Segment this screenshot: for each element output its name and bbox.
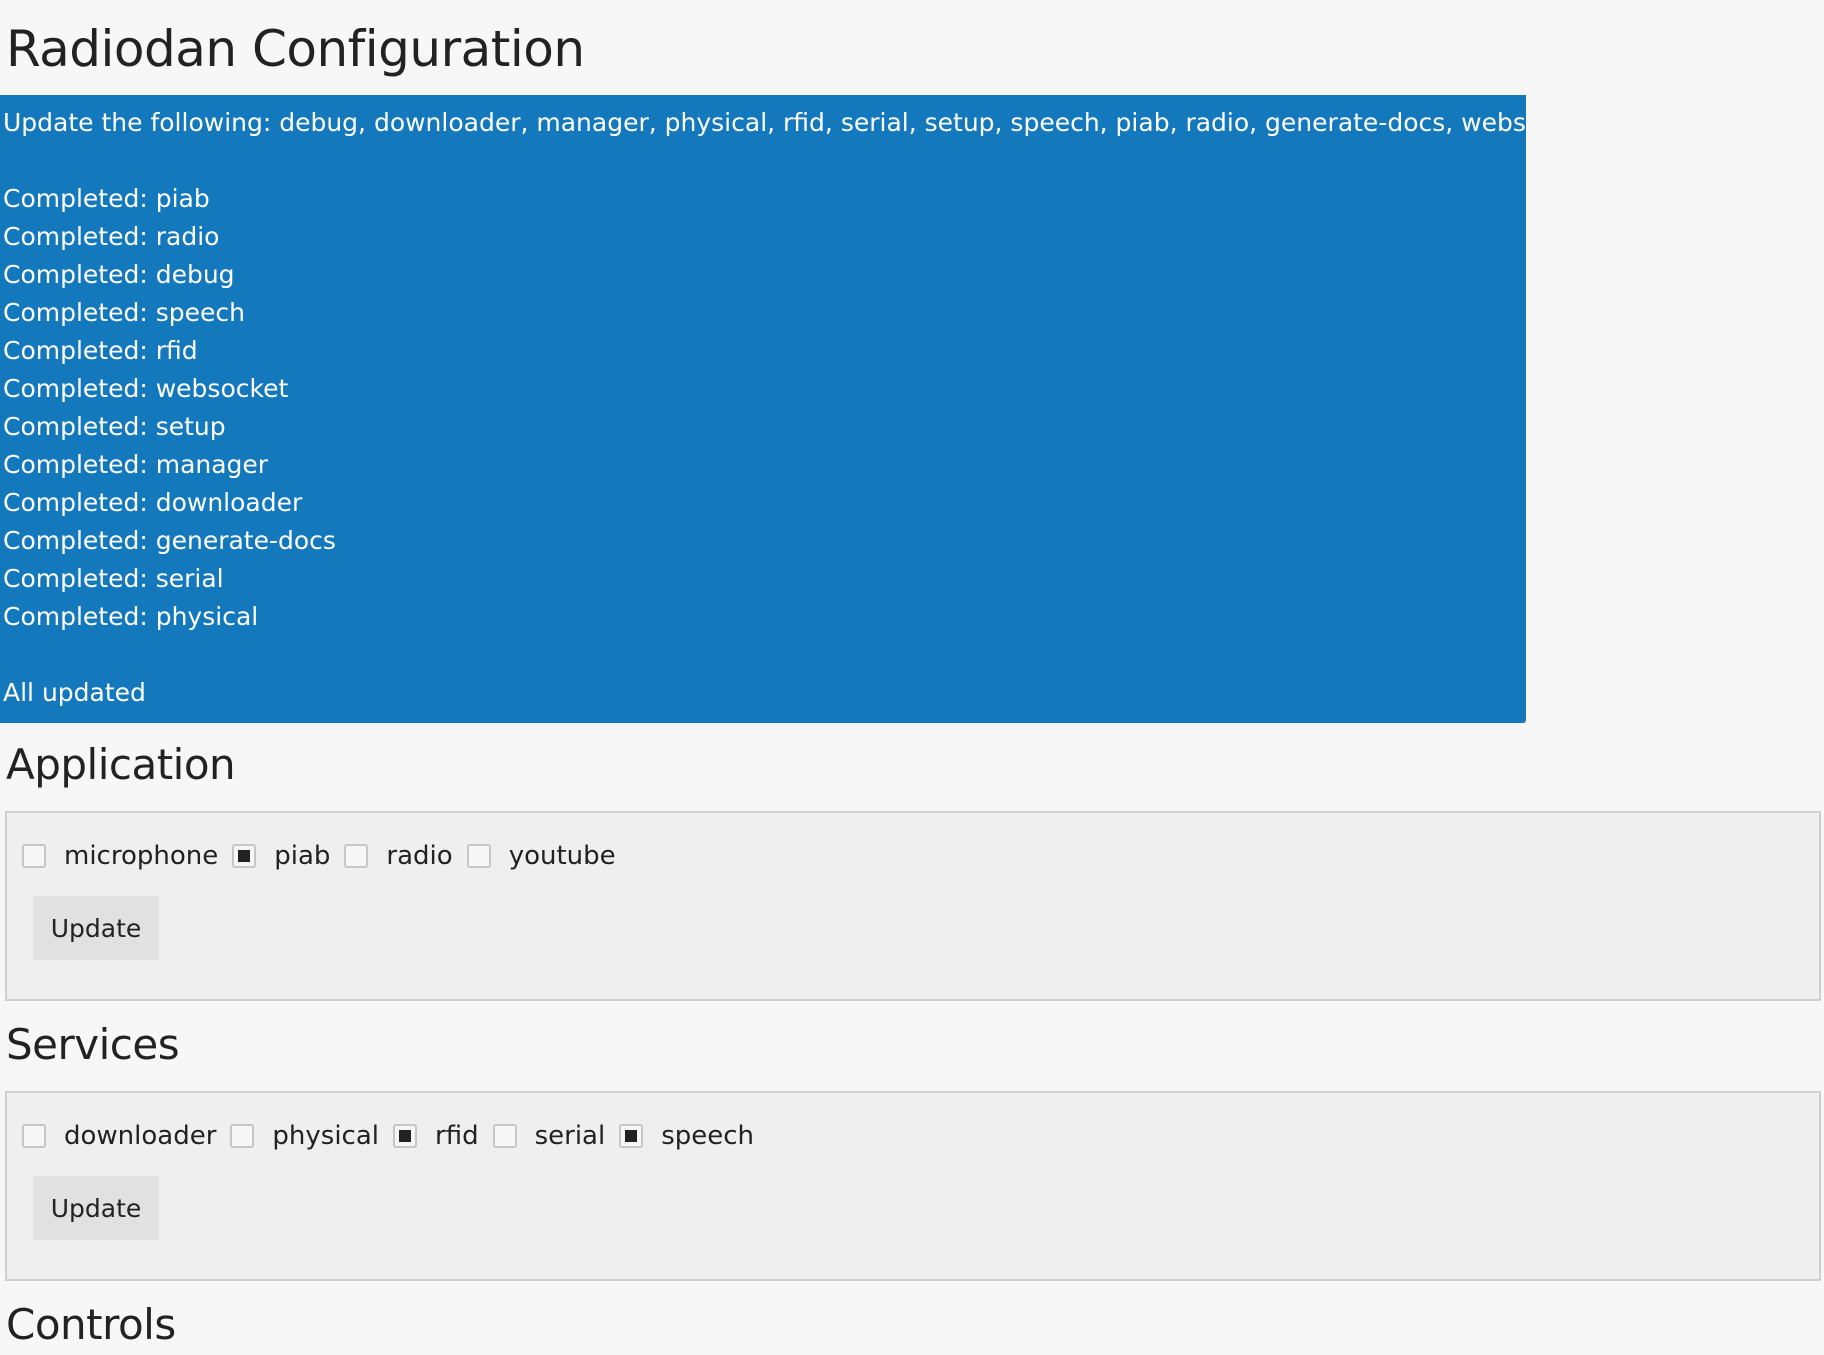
rfid-label: rfid <box>435 1121 479 1151</box>
services-option-serial[interactable]: serial <box>492 1119 606 1153</box>
completed-item-speech: Completed: speech <box>3 298 245 327</box>
completed-list: Completed: piab Completed: radio Complet… <box>3 180 1526 636</box>
application-update-button[interactable]: Update <box>33 896 159 960</box>
youtube-label: youtube <box>508 841 616 871</box>
application-options: microphone piab radio youtube <box>22 839 630 873</box>
application-option-radio[interactable]: radio <box>344 839 453 873</box>
physical-label: physical <box>272 1121 380 1151</box>
completed-item-downloader: Completed: downloader <box>3 488 303 517</box>
controls-heading: Controls <box>6 1300 176 1349</box>
downloader-label: downloader <box>64 1121 217 1151</box>
services-options: downloader physical rfid serial speech <box>22 1119 768 1153</box>
completed-item-piab: Completed: piab <box>3 184 210 213</box>
application-option-microphone[interactable]: microphone <box>22 839 218 873</box>
page-title: Radiodan Configuration <box>6 20 585 78</box>
completed-item-physical: Completed: physical <box>3 602 259 631</box>
application-heading: Application <box>6 740 236 789</box>
youtube-checkbox[interactable] <box>466 844 491 868</box>
radio-checkbox[interactable] <box>344 844 369 868</box>
update-status-panel: Update the following: debug, downloader,… <box>0 95 1526 723</box>
physical-checkbox[interactable] <box>230 1124 255 1148</box>
completed-item-websocket: Completed: websocket <box>3 374 289 403</box>
services-option-speech[interactable]: speech <box>619 1119 754 1153</box>
services-heading: Services <box>6 1020 180 1069</box>
update-following-line: Update the following: debug, downloader,… <box>3 108 1526 137</box>
completed-item-radio: Completed: radio <box>3 222 220 251</box>
speech-label: speech <box>661 1121 755 1151</box>
serial-label: serial <box>534 1121 606 1151</box>
microphone-label: microphone <box>64 841 219 871</box>
application-settings-box: microphone piab radio youtube Update <box>5 811 1821 1001</box>
completed-item-setup: Completed: setup <box>3 412 226 441</box>
services-option-physical[interactable]: physical <box>230 1119 379 1153</box>
rfid-checkbox[interactable] <box>393 1124 418 1148</box>
application-option-piab[interactable]: piab <box>232 839 330 873</box>
microphone-checkbox[interactable] <box>22 844 46 868</box>
services-update-button[interactable]: Update <box>33 1176 159 1240</box>
radio-label: radio <box>386 841 453 871</box>
all-updated-line: All updated <box>3 678 146 707</box>
services-option-rfid[interactable]: rfid <box>393 1119 479 1153</box>
services-option-downloader[interactable]: downloader <box>22 1119 216 1153</box>
completed-item-serial: Completed: serial <box>3 564 224 593</box>
downloader-checkbox[interactable] <box>22 1124 46 1148</box>
piab-checkbox[interactable] <box>232 844 257 868</box>
piab-label: piab <box>274 841 331 871</box>
completed-item-manager: Completed: manager <box>3 450 269 479</box>
completed-item-rfid: Completed: rfid <box>3 336 198 365</box>
completed-item-generate-docs: Completed: generate-docs <box>3 526 336 555</box>
completed-item-debug: Completed: debug <box>3 260 235 289</box>
serial-checkbox[interactable] <box>492 1124 517 1148</box>
speech-checkbox[interactable] <box>619 1124 644 1148</box>
services-settings-box: downloader physical rfid serial speech U… <box>5 1091 1821 1281</box>
application-option-youtube[interactable]: youtube <box>466 839 616 873</box>
